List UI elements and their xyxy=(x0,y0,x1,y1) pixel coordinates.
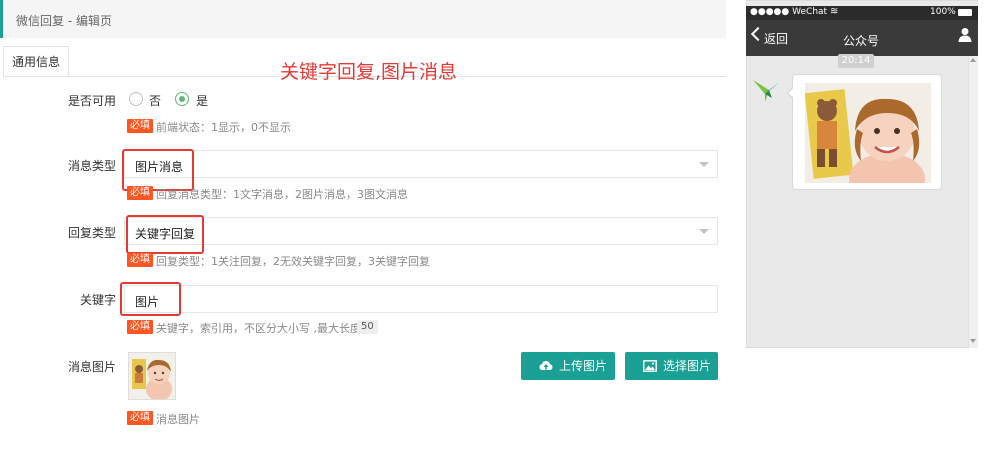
radio-no[interactable] xyxy=(129,92,143,106)
radio-yes[interactable] xyxy=(175,92,189,106)
required-badge: 必填 xyxy=(127,186,153,200)
phone-nav-bar: 返回 公众号 xyxy=(746,20,978,56)
highlight-box-reply-type xyxy=(126,215,204,254)
image-thumbnail[interactable] xyxy=(128,352,176,401)
select-image-button[interactable]: 选择图片 xyxy=(625,352,718,380)
highlight-box-keyword xyxy=(120,282,181,316)
radio-no-label: 否 xyxy=(149,94,162,108)
select-image-label: 选择图片 xyxy=(663,359,712,373)
child-photo-thumbnail xyxy=(129,353,175,401)
scroll-down-icon[interactable] xyxy=(970,339,976,343)
account-title: 公众号 xyxy=(843,34,880,48)
reply-type-label: 回复类型 xyxy=(67,226,116,240)
phone-status-bar: ●●●●● WeChat ≋ 100% xyxy=(746,6,978,20)
image-help: 消息图片 xyxy=(156,413,200,426)
status-carrier: ●●●●● WeChat xyxy=(750,7,828,17)
child-photo-preview xyxy=(805,83,931,183)
msg-type-select[interactable]: 图片消息 xyxy=(124,150,718,178)
scroll-up-icon[interactable] xyxy=(970,58,976,62)
tab-general-info[interactable]: 通用信息 xyxy=(3,46,69,77)
chevron-down-icon xyxy=(699,162,709,167)
user-profile-icon[interactable] xyxy=(958,27,972,43)
required-badge: 必填 xyxy=(127,119,153,133)
page-title: 微信回复 - 编辑页 xyxy=(16,14,112,28)
phone-scrollbar[interactable] xyxy=(968,56,978,348)
msg-type-help: 回复消息类型：1文字消息，2图片消息，3图文消息 xyxy=(156,188,408,201)
keyword-label: 关键字 xyxy=(79,293,116,307)
upload-image-label: 上传图片 xyxy=(559,359,608,373)
upload-image-button[interactable]: 上传图片 xyxy=(521,352,615,380)
account-avatar-logo xyxy=(753,80,780,102)
highlight-box-msg-type xyxy=(122,149,194,191)
image-message-bubble[interactable] xyxy=(786,74,942,190)
enabled-label: 是否可用 xyxy=(67,94,116,108)
battery-percent: 100% xyxy=(930,7,956,17)
required-badge: 必填 xyxy=(127,320,153,334)
page-header: 微信回复 - 编辑页 xyxy=(0,0,726,38)
message-time: 20:14 xyxy=(838,54,874,68)
msg-type-label: 消息类型 xyxy=(67,159,116,173)
wifi-icon: ≋ xyxy=(830,6,839,17)
radio-yes-label: 是 xyxy=(196,94,209,108)
required-badge: 必填 xyxy=(127,411,153,425)
annotation-title: 关键字回复,图片消息 xyxy=(280,61,458,83)
image-label: 消息图片 xyxy=(67,360,116,374)
back-chevron-icon[interactable] xyxy=(750,26,766,42)
reply-type-help: 回复类型：1关注回复，2无效关键字回复，3关键字回复 xyxy=(156,255,430,268)
cloud-upload-icon xyxy=(539,361,553,370)
reply-type-select[interactable]: 关键字回复 xyxy=(124,217,718,245)
enabled-help: 前端状态：1显示，0不显示 xyxy=(156,121,291,134)
required-badge: 必填 xyxy=(127,253,153,267)
image-icon xyxy=(643,360,657,372)
back-label[interactable]: 返回 xyxy=(764,30,788,47)
keyword-input[interactable]: 图片 xyxy=(124,285,718,313)
keyword-help: 关键字，索引用，不区分大小写 ,最大长度： xyxy=(156,322,372,335)
chevron-down-icon xyxy=(699,229,709,234)
battery-icon xyxy=(958,9,972,16)
max-length-badge: 50 xyxy=(357,320,378,334)
